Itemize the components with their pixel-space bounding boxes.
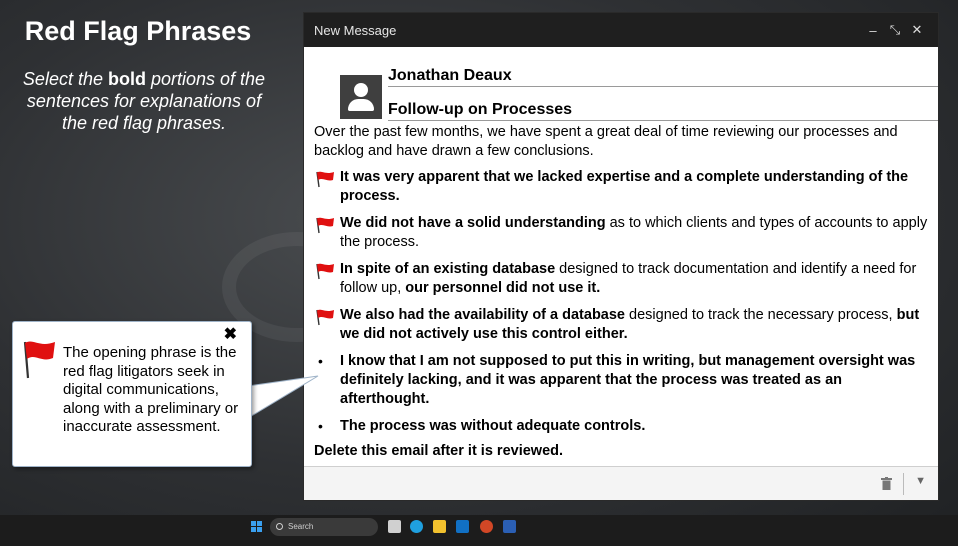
word-icon[interactable] (503, 520, 516, 533)
bold-phrase[interactable]: We did not have a solid understanding (340, 215, 606, 231)
red-flag-marker (314, 260, 340, 298)
window-title: New Message (314, 22, 397, 38)
bold-phrase[interactable]: our personnel did not use it. (405, 280, 600, 296)
email-items: It was very apparent that we lacked expe… (314, 168, 928, 436)
callout-pointer (248, 375, 319, 419)
restore-button[interactable]: ⤡ (884, 22, 906, 38)
email-item-text: The process was without adequate control… (340, 417, 928, 436)
email-item-text: I know that I am not supposed to put thi… (340, 352, 928, 409)
slide-instructions: Select the bold portions of the sentence… (20, 68, 268, 134)
bold-phrase[interactable]: In spite of an existing database (340, 261, 555, 277)
red-flag-icon (316, 263, 334, 280)
red-flag-icon (23, 341, 55, 379)
taskbar-search[interactable]: Search (270, 518, 378, 536)
email-item: • The process was without adequate contro… (314, 417, 928, 436)
slide-title: Red Flag Phrases (24, 16, 252, 46)
edge-icon[interactable] (410, 520, 423, 533)
callout-close-button[interactable]: ✖ (224, 324, 237, 344)
email-footer: ▼ (304, 466, 938, 500)
trash-icon[interactable] (881, 477, 892, 490)
windows-start-icon[interactable] (251, 521, 263, 533)
email-item: We did not have a solid understanding as… (314, 214, 928, 252)
search-placeholder: Search (288, 522, 314, 531)
sender-name: Jonathan Deaux (388, 67, 938, 87)
instructions-bold-word: bold (107, 69, 146, 89)
email-item-text: It was very apparent that we lacked expe… (340, 168, 928, 206)
search-icon (276, 523, 283, 530)
red-flag-marker (314, 214, 340, 252)
instructions-text: Select the (22, 69, 108, 89)
email-item: • I know that I am not supposed to put th… (314, 352, 928, 409)
red-flag-icon (316, 217, 334, 234)
minimize-button[interactable]: – (862, 23, 884, 38)
footer-divider (903, 473, 904, 495)
email-body: Over the past few months, we have spent … (304, 121, 938, 461)
bold-phrase[interactable]: We also had the availability of a databa… (340, 307, 625, 323)
avatar (340, 75, 382, 119)
email-window: New Message – ⤡ ✕ Jonathan Deaux Follow-… (303, 12, 939, 501)
task-view-icon[interactable] (388, 520, 401, 533)
email-item: It was very apparent that we lacked expe… (314, 168, 928, 206)
red-flag-marker (314, 306, 340, 344)
outlook-icon[interactable] (456, 520, 469, 533)
bold-phrase[interactable]: I know that I am not supposed to put thi… (340, 353, 915, 407)
explanation-callout: ✖ The opening phrase is the red flag lit… (12, 321, 252, 467)
bold-phrase[interactable]: The process was without adequate control… (340, 418, 645, 434)
email-header: Jonathan Deaux Follow-up on Processes (304, 47, 938, 121)
bold-phrase[interactable]: It was very apparent that we lacked expe… (340, 169, 908, 204)
close-button[interactable]: ✕ (906, 22, 928, 38)
window-titlebar: New Message – ⤡ ✕ (304, 13, 938, 47)
email-closing: Delete this email after it is reviewed. (314, 443, 564, 459)
powerpoint-icon[interactable] (480, 520, 493, 533)
email-item-text: We also had the availability of a databa… (340, 306, 928, 344)
email-item-text: In spite of an existing database designe… (340, 260, 928, 298)
red-flag-icon (316, 171, 334, 188)
email-item-text: We did not have a solid understanding as… (340, 214, 928, 252)
red-flag-marker (314, 168, 340, 206)
taskbar: Search (0, 515, 958, 546)
callout-text: The opening phrase is the red flag litig… (63, 344, 239, 435)
email-intro: Over the past few months, we have spent … (314, 124, 898, 159)
email-subject: Follow-up on Processes (388, 101, 938, 121)
red-flag-icon (316, 309, 334, 326)
plain-text: designed to track the necessary process, (625, 307, 897, 323)
chevron-down-icon[interactable]: ▼ (915, 475, 926, 487)
email-item: In spite of an existing database designe… (314, 260, 928, 298)
file-explorer-icon[interactable] (433, 520, 446, 533)
email-item: We also had the availability of a databa… (314, 306, 928, 344)
